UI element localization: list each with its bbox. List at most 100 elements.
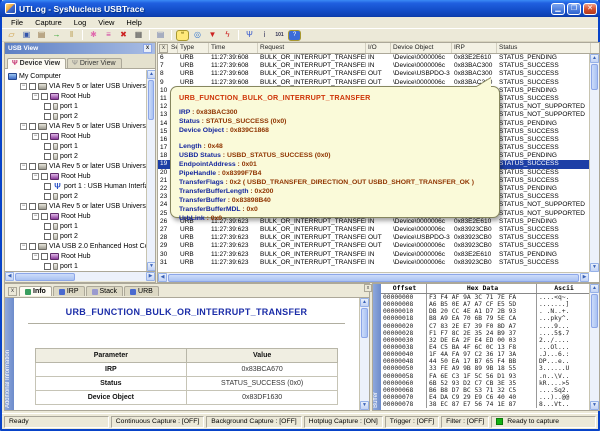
expander-icon[interactable]: − [32,93,39,100]
filter-button[interactable]: ▼ [206,30,219,41]
scroll-right-icon[interactable]: ▶ [580,273,589,282]
tree-item[interactable]: −VIA Rev 5 or later USB Universal Host C [5,201,155,211]
scroll-up-icon[interactable]: ▲ [590,54,599,63]
tree-item[interactable]: Ψport 1 : USB Human Interface D [5,181,155,191]
tooltip-toggle-button[interactable]: ❝ [176,30,189,41]
checkbox[interactable] [44,153,51,160]
scroll-left-icon[interactable]: ◀ [5,272,14,281]
expander-icon[interactable]: − [32,213,39,220]
menu-capture[interactable]: Capture [29,17,68,28]
expander-icon[interactable]: − [20,83,27,90]
menu-view[interactable]: View [92,17,120,28]
start-capture-button[interactable]: → [50,30,63,41]
usb-view-close-icon[interactable]: x [143,44,152,53]
expander-icon[interactable]: − [20,203,27,210]
checkbox[interactable] [44,113,51,120]
tab-irp[interactable]: IRP [53,286,85,296]
tree-item[interactable]: My Computer [5,71,155,81]
menu-help[interactable]: Help [120,17,147,28]
log-options-button[interactable]: ≡ [102,30,115,41]
hex-vertical-scrollbar[interactable]: ▲ ▼ [589,284,599,410]
checkbox[interactable] [41,213,48,220]
checkbox[interactable] [44,223,51,230]
help-button[interactable]: ? [288,30,301,41]
log-horizontal-scrollbar[interactable]: ◀ ▶ [158,272,589,282]
tree-vertical-scrollbar[interactable]: ▲ ▼ [146,70,155,271]
log-row[interactable]: 29URB11:27:39:623BULK_OR_INTERRUPT_TRANS… [158,242,589,250]
tree-horizontal-scrollbar[interactable]: ◀ ▶ [5,271,155,281]
scroll-down-icon[interactable]: ▼ [147,262,155,271]
expander-icon[interactable]: − [20,243,27,250]
checkbox[interactable] [29,163,36,170]
buffer-pane-close-icon[interactable]: x [364,284,372,292]
tree-item[interactable]: −VIA Rev 5 or later USB Universal Host C [5,161,155,171]
menu-file[interactable]: File [5,17,29,28]
log-row[interactable]: 28URB11:27:39:623BULK_OR_INTERRUPT_TRANS… [158,234,589,242]
export-button[interactable]: ▤ [35,30,48,41]
column-header-deviceobject[interactable]: Device Object [391,43,452,53]
open-button[interactable]: ▱ [5,30,18,41]
maximize-button[interactable]: ❐ [567,3,581,15]
capture-options-button[interactable]: ✱ [87,30,100,41]
checkbox[interactable] [41,93,48,100]
checkbox[interactable] [44,263,51,270]
expander-icon[interactable]: − [32,133,39,140]
tree-item[interactable]: port 2 [5,151,155,161]
log-row[interactable]: 27URB11:27:39:623BULK_OR_INTERRUPT_TRANS… [158,226,589,234]
search-button[interactable]: ◎ [191,30,204,41]
log-row[interactable]: 31URB11:27:39:623BULK_OR_INTERRUPT_TRANS… [158,259,589,267]
checkbox[interactable] [44,193,51,200]
checkbox[interactable] [44,103,51,110]
checkbox[interactable] [41,173,48,180]
pause-button[interactable]: ‖ [65,30,78,41]
column-header-status[interactable]: Status [497,43,591,53]
save-button[interactable]: ▣ [20,30,33,41]
tab-device-view[interactable]: ΨDevice View [7,58,66,69]
tree-item[interactable]: −VIA USB 2.0 Enhanced Host Controller [5,241,155,251]
expander-icon[interactable]: − [32,173,39,180]
tree-item[interactable]: port 1 [5,141,155,151]
column-header-type[interactable]: Type [178,43,209,53]
scroll-up-icon[interactable]: ▲ [590,284,599,293]
log-row[interactable]: 30URB11:27:39:623BULK_OR_INTERRUPT_TRANS… [158,251,589,259]
info-vertical-scrollbar[interactable]: ▲ ▼ [359,298,369,410]
minimize-button[interactable]: ▁ [551,3,565,15]
column-header-time[interactable]: Time [209,43,258,53]
checkbox[interactable] [41,133,48,140]
scroll-up-icon[interactable]: ▲ [147,70,155,79]
tab-driver-view[interactable]: ΨDriver View [67,58,122,68]
close-button[interactable]: ✕ [583,3,597,15]
tab-info[interactable]: Info [19,286,52,296]
tree-item[interactable]: port 1 [5,261,155,271]
menu-log[interactable]: Log [68,17,93,28]
tree-item[interactable]: port 1 [5,101,155,111]
checkbox[interactable] [29,83,36,90]
expander-icon[interactable]: − [32,253,39,260]
scroll-up-icon[interactable]: ▲ [360,298,369,307]
print-button[interactable]: ▦ [132,30,145,41]
column-header-irp[interactable]: IRP [452,43,497,53]
tree-item[interactable]: −VIA Rev 5 or later USB Universal Host C [5,81,155,91]
tree-item[interactable]: −Root Hub [5,251,155,261]
log-row[interactable]: 6URB11:27:39:608BULK_OR_INTERRUPT_TRANSF… [158,54,589,62]
usb-tree-button[interactable]: Ψ [243,30,256,41]
log-pane-close-icon[interactable]: x [159,44,168,53]
info-button[interactable]: i [258,30,271,41]
trigger-button[interactable]: ϟ [221,30,234,41]
tree-item[interactable]: port 1 [5,221,155,231]
tree-item[interactable]: −VIA Rev 5 or later USB Universal Host C [5,121,155,131]
detail-view-button[interactable]: ▤ [154,30,167,41]
scroll-right-icon[interactable]: ▶ [146,272,155,281]
checkbox[interactable] [44,183,51,190]
info-pane-close-icon[interactable]: x [8,287,17,296]
column-header-request[interactable]: Request [258,43,366,53]
checkbox[interactable] [29,203,36,210]
log-vertical-scrollbar[interactable]: ▲ ▼ [589,54,599,272]
column-header-seq[interactable]: Seq [169,43,178,53]
scroll-down-icon[interactable]: ▼ [590,401,599,410]
tree-item[interactable]: port 2 [5,231,155,241]
checkbox[interactable] [44,233,51,240]
checkbox[interactable] [41,253,48,260]
checkbox[interactable] [29,123,36,130]
log-row[interactable]: 7URB11:27:39:608BULK_OR_INTERRUPT_TRANSF… [158,62,589,70]
